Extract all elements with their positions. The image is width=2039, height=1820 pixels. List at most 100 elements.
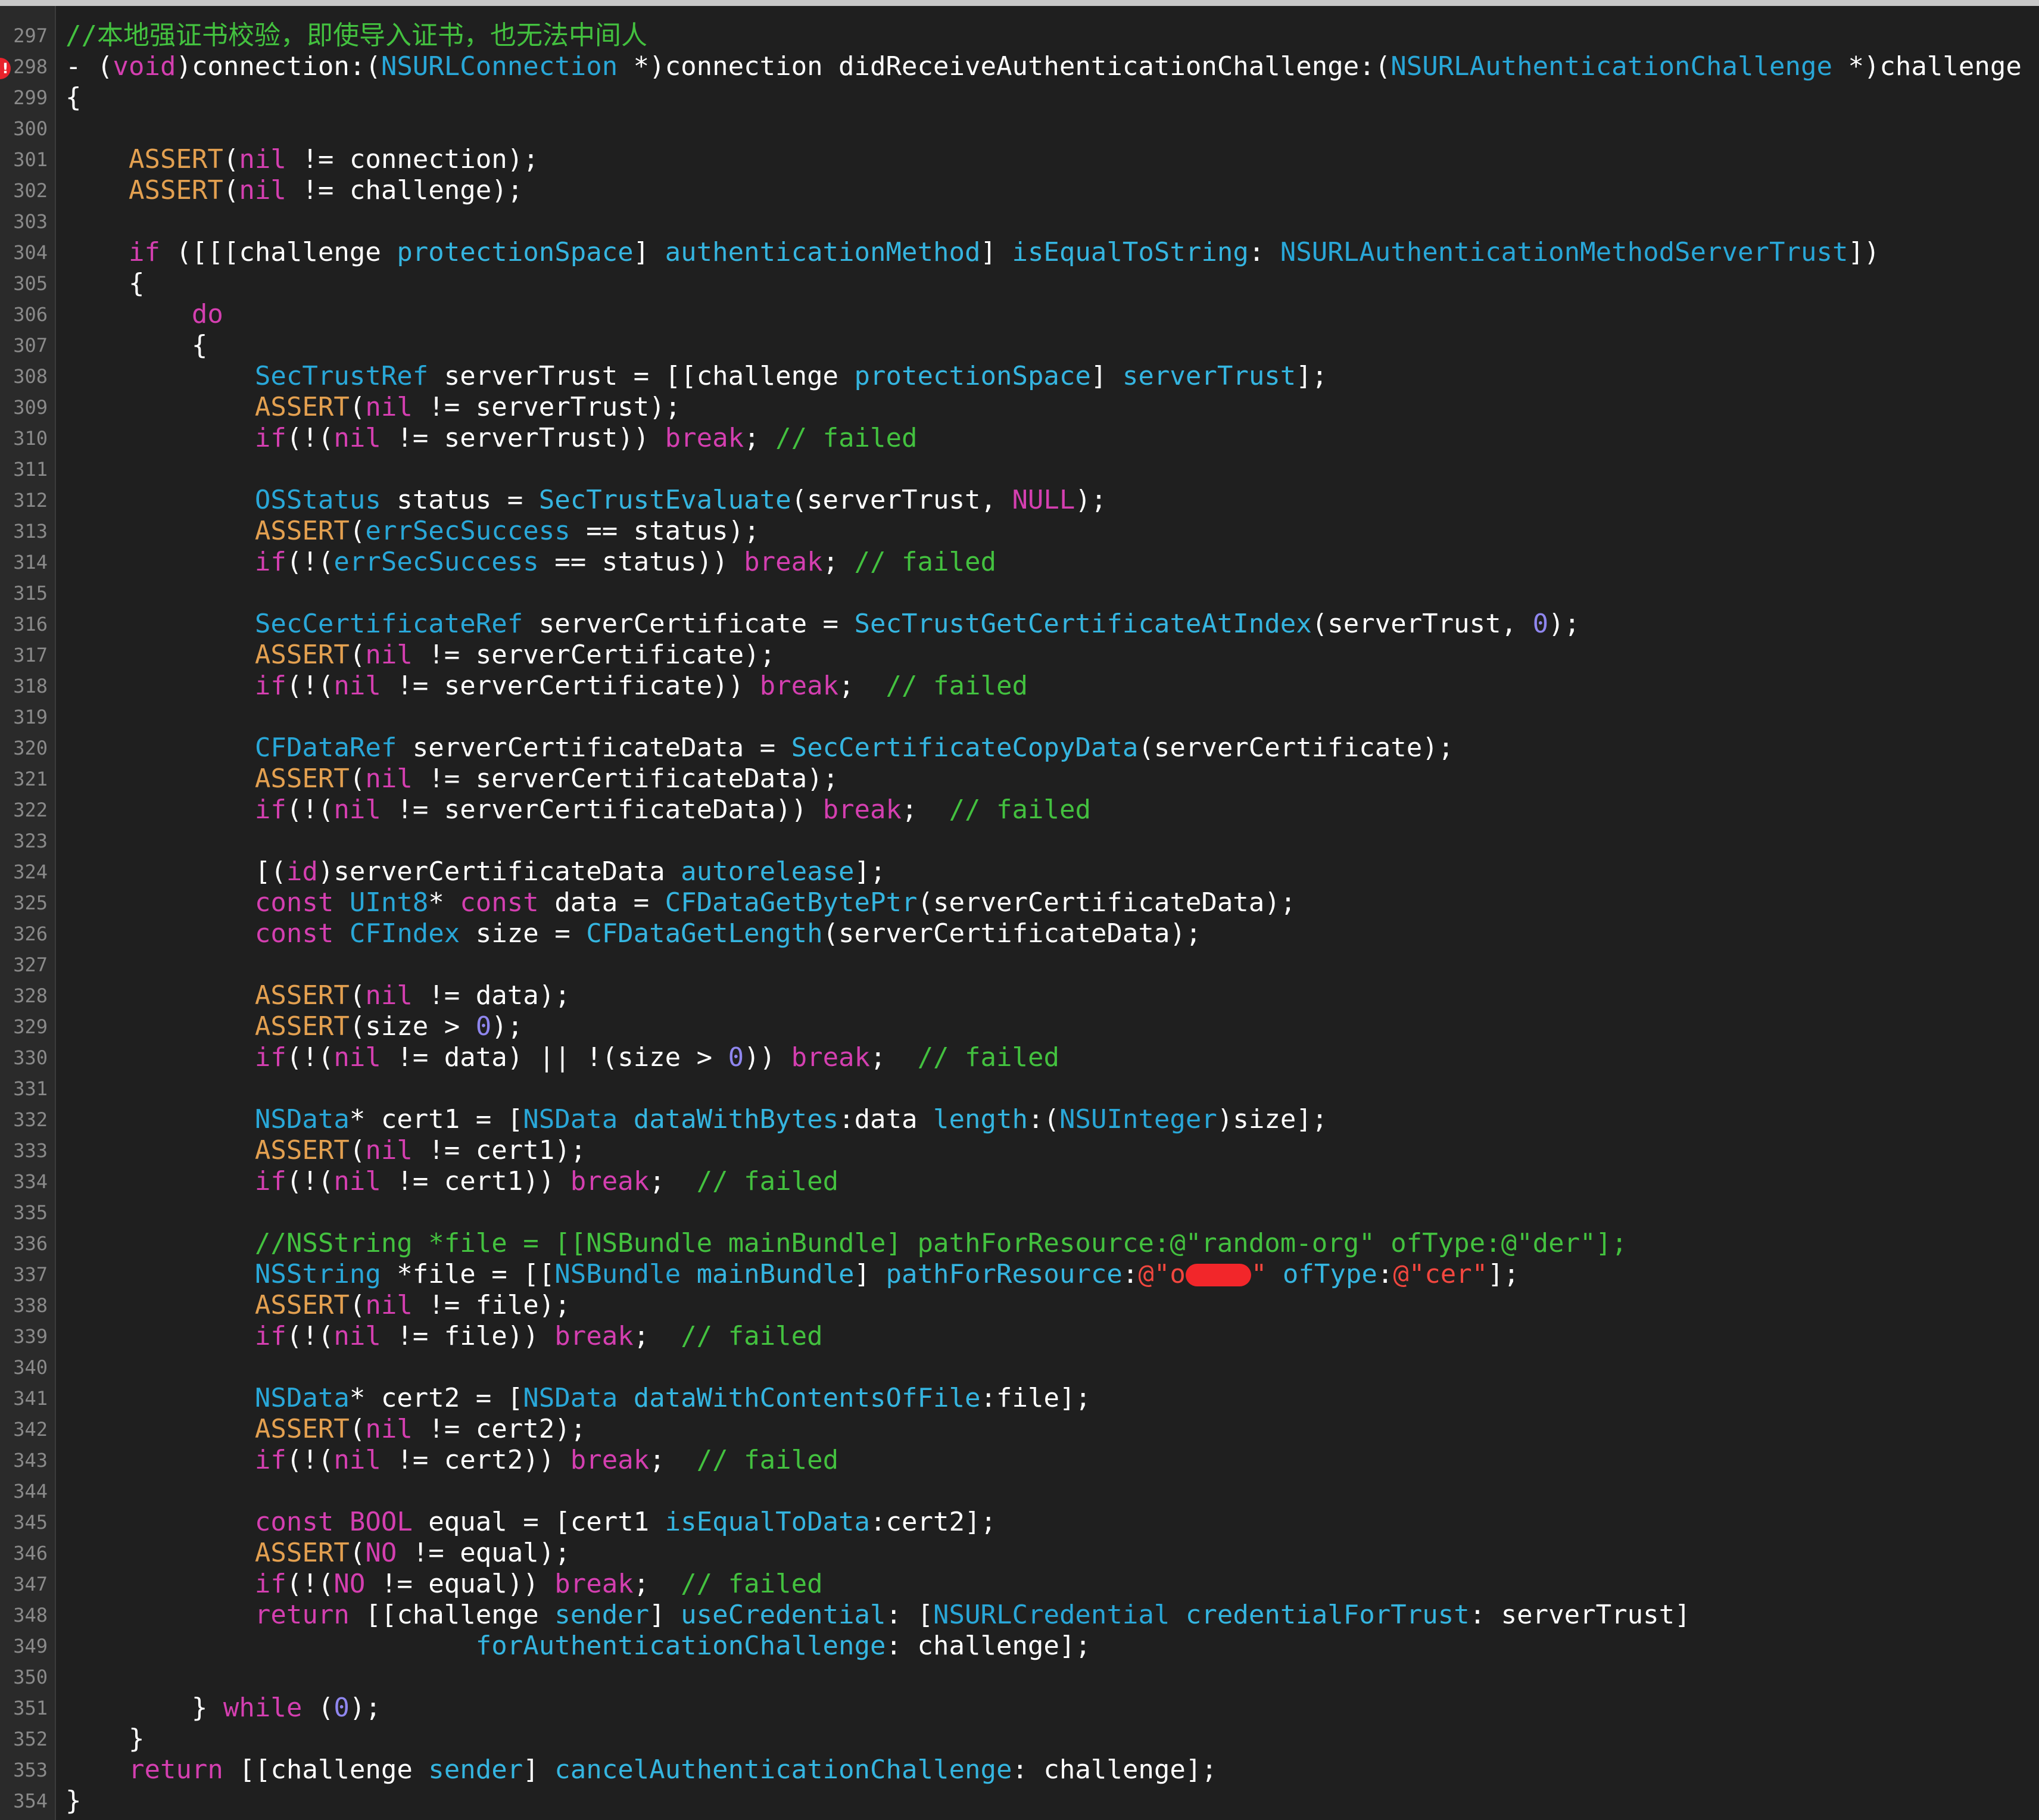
code-line[interactable]: 330 if(!(nil != data) || !(size > 0)) br… <box>0 1042 2039 1073</box>
code-line[interactable]: 311 <box>0 454 2039 485</box>
code-line[interactable]: 346 ASSERT(NO != equal); <box>0 1538 2039 1569</box>
code-line[interactable]: 308 SecTrustRef serverTrust = [[challeng… <box>0 361 2039 392</box>
line-number: 321 <box>13 768 48 790</box>
code-token-kw: nil <box>365 980 413 1011</box>
code-line[interactable]: 298 - (void)connection:(NSURLConnection *… <box>0 51 2039 82</box>
code-token-plain: (serverCertificateData); <box>917 887 1296 918</box>
code-line[interactable]: 309 ASSERT(nil != serverTrust); <box>0 392 2039 423</box>
code-line[interactable]: 337 NSString *file = [[NSBundle mainBund… <box>0 1259 2039 1290</box>
line-number: 340 <box>13 1356 48 1379</box>
code-token-num: 0 <box>333 1693 350 1723</box>
code-line[interactable]: 342 ASSERT(nil != cert2); <box>0 1414 2039 1445</box>
code-line[interactable]: 297 //本地强证书校验，即使导入证书，也无法中间人 <box>0 20 2039 51</box>
code-line[interactable]: 339 if(!(nil != file)) break; // failed <box>0 1321 2039 1352</box>
code-line[interactable]: 300 <box>0 113 2039 144</box>
code-line[interactable]: 336 //NSString *file = [[NSBundle mainBu… <box>0 1228 2039 1259</box>
code-line[interactable]: 334 if(!(nil != cert1)) break; // failed <box>0 1166 2039 1197</box>
code-line[interactable]: 312 OSStatus status = SecTrustEvaluate(s… <box>0 485 2039 516</box>
code-line[interactable]: 302 ASSERT(nil != challenge); <box>0 175 2039 206</box>
code-token-type: UInt8 <box>349 887 429 918</box>
code-line[interactable]: 329 ASSERT(size > 0); <box>0 1011 2039 1042</box>
code-line[interactable]: 328 ASSERT(nil != data); <box>0 980 2039 1011</box>
code-editor[interactable]: ! 297//本地强证书校验，即使导入证书，也无法中间人 298- (void)c… <box>0 6 2039 1820</box>
code-line[interactable]: 350 <box>0 1662 2039 1693</box>
code-token-plain: )connection:( <box>176 51 381 82</box>
code-token-plain: (!( <box>286 1569 334 1599</box>
code-line[interactable]: 352 } <box>0 1724 2039 1754</box>
code-line[interactable]: 317 ASSERT(nil != serverCertificate); <box>0 640 2039 671</box>
code-line[interactable]: 315 <box>0 578 2039 609</box>
line-number: 311 <box>13 458 48 481</box>
code-text: ASSERT(size > 0); <box>66 1011 523 1042</box>
code-line[interactable]: 318 if(!(nil != serverCertificate)) brea… <box>0 671 2039 702</box>
code-line[interactable]: 319 <box>0 702 2039 733</box>
code-line[interactable]: 351 } while (0); <box>0 1693 2039 1724</box>
code-text: if ([[[challenge protectionSpace] authen… <box>66 237 1879 268</box>
line-number: 297 <box>13 24 48 47</box>
code-token-meth: sender <box>428 1754 523 1785</box>
code-line[interactable]: 335 <box>0 1197 2039 1228</box>
line-number: 327 <box>13 953 48 976</box>
code-line[interactable]: 321 ASSERT(nil != serverCertificateData)… <box>0 763 2039 794</box>
code-line[interactable]: 322 if(!(nil != serverCertificateData)) … <box>0 794 2039 825</box>
code-line[interactable]: 327 <box>0 949 2039 980</box>
code-line[interactable]: 345 const BOOL equal = [cert1 isEqualToD… <box>0 1507 2039 1538</box>
code-line[interactable]: 341 NSData* cert2 = [NSData dataWithCont… <box>0 1383 2039 1414</box>
code-token-plain: (serverTrust, <box>791 485 1012 515</box>
code-line[interactable]: 313 ASSERT(errSecSuccess == status); <box>0 516 2039 547</box>
code-line[interactable]: 314 if(!(errSecSuccess == status)) break… <box>0 547 2039 578</box>
code-token-meth: mainBundle <box>696 1259 855 1289</box>
code-token-meth: SecTrustEvaluate <box>538 485 791 515</box>
code-line[interactable]: 354} <box>0 1785 2039 1816</box>
code-line[interactable]: 340 <box>0 1352 2039 1383</box>
code-text: OSStatus status = SecTrustEvaluate(serve… <box>66 485 1107 516</box>
code-token-mac: ASSERT <box>254 1538 350 1568</box>
code-token-type: NSURLAuthenticationMethodServerTrust <box>1280 237 1848 267</box>
code-line[interactable]: 325 const UInt8* const data = CFDataGetB… <box>0 887 2039 918</box>
code-token-kw: nil <box>365 1290 413 1320</box>
code-line[interactable]: 332 NSData* cert1 = [NSData dataWithByte… <box>0 1104 2039 1135</box>
line-number: 308 <box>13 365 48 388</box>
code-token-plain: ] <box>649 1600 681 1630</box>
code-line[interactable]: 326 const CFIndex size = CFDataGetLength… <box>0 918 2039 949</box>
code-line[interactable]: 320 CFDataRef serverCertificateData = Se… <box>0 733 2039 763</box>
code-line[interactable]: 310 if(!(nil != serverTrust)) break; // … <box>0 423 2039 454</box>
code-line[interactable]: 348 return [[challenge sender] useCreden… <box>0 1600 2039 1631</box>
code-line[interactable]: 324 [(id)serverCertificateData autorelea… <box>0 856 2039 887</box>
line-number: 302 <box>13 179 48 202</box>
code-line[interactable]: 349 forAuthenticationChallenge: challeng… <box>0 1631 2039 1662</box>
code-line[interactable]: 301 ASSERT(nil != connection); <box>0 144 2039 175</box>
code-line[interactable]: 316 SecCertificateRef serverCertificate … <box>0 609 2039 640</box>
code-line[interactable]: 304 if ([[[challenge protectionSpace] au… <box>0 237 2039 268</box>
code-text: ASSERT(nil != challenge); <box>66 175 523 206</box>
code-line[interactable]: 307 { <box>0 330 2039 361</box>
code-token-plain: : challenge]; <box>1012 1754 1217 1785</box>
code-token-plain: * cert2 = [ <box>349 1383 523 1413</box>
code-line[interactable]: 343 if(!(nil != cert2)) break; // failed <box>0 1445 2039 1476</box>
code-line[interactable]: 338 ASSERT(nil != file); <box>0 1290 2039 1321</box>
code-token-str: @"cer" <box>1393 1259 1488 1289</box>
code-token-plain: { <box>66 268 145 298</box>
code-line[interactable]: 331 <box>0 1073 2039 1104</box>
line-number: 335 <box>13 1201 48 1224</box>
code-line[interactable]: 323 <box>0 825 2039 856</box>
code-token-type: NSBundle <box>554 1259 681 1289</box>
code-line[interactable]: 303 <box>0 206 2039 237</box>
code-line[interactable]: 347 if(!(NO != equal)) break; // failed <box>0 1569 2039 1600</box>
code-line[interactable]: 333 ASSERT(nil != cert1); <box>0 1135 2039 1166</box>
line-number: 324 <box>13 861 48 883</box>
code-token-plain: ( <box>349 516 366 546</box>
code-token-plain: ] <box>633 237 665 267</box>
code-line[interactable]: 299 { <box>0 82 2039 113</box>
code-token-type: NSData <box>254 1104 350 1135</box>
code-line[interactable]: 306 do <box>0 299 2039 330</box>
code-line[interactable]: 305 { <box>0 268 2039 299</box>
code-line[interactable]: 344 <box>0 1476 2039 1507</box>
code-token-plain: *)challenge <box>1832 51 2022 82</box>
code-line[interactable]: 353 return [[challenge sender] cancelAut… <box>0 1754 2039 1785</box>
code-token-kw: if <box>254 547 286 577</box>
